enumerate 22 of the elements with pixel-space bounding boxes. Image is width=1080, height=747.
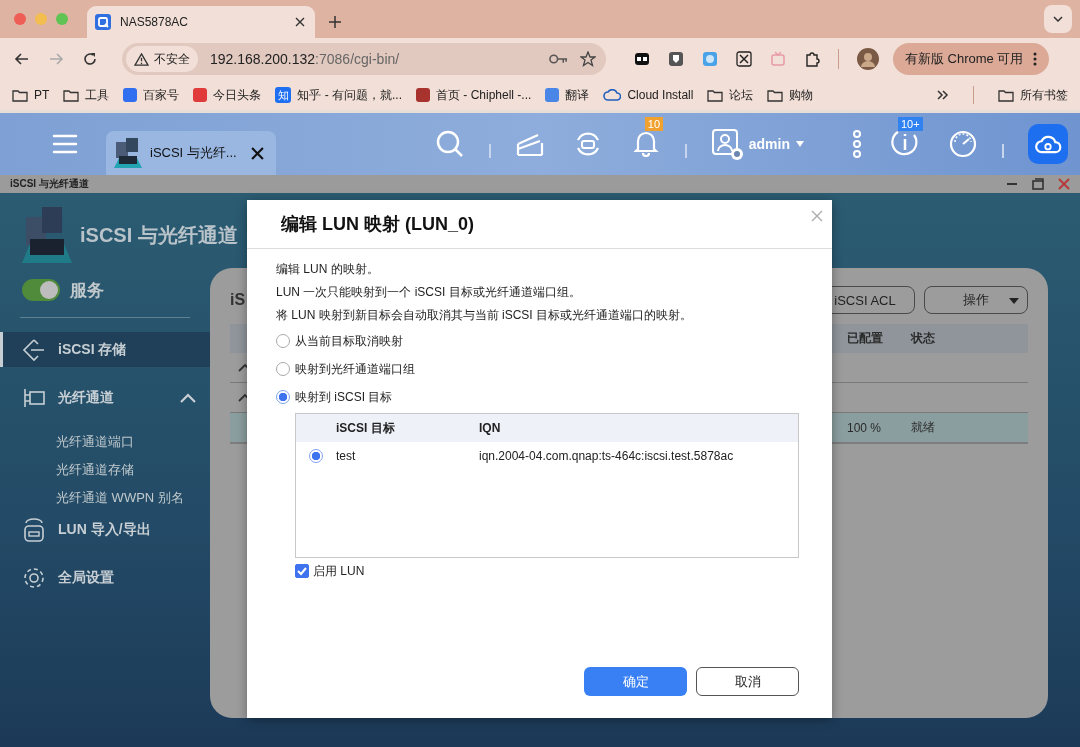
column-header: 状态 [909, 330, 936, 347]
table-cell-text: iqn.2004-04.com.qnap:ts-464c:iscsi.test.5878ac [479, 448, 735, 463]
site-logo: 知 [275, 87, 292, 103]
panel-title: iS [230, 291, 246, 309]
table-cell: 就绪 [911, 419, 935, 436]
checkbox-label: 启用 LUN [313, 562, 365, 580]
description-text: 编辑 LUN 的映射。 [276, 261, 380, 278]
column-header: iSCSI 目标 [336, 419, 396, 437]
app-title: iSCSI 与光纤通道 [80, 222, 238, 248]
service-label: 服务 [70, 279, 104, 302]
column-header: 已配置 [846, 330, 884, 347]
description-text: 将 LUN 映射到新目标会自动取消其与当前 iSCSI 目标或光纤通道端口的映射。 [276, 307, 693, 324]
url-text: 192.168.200.132:7086/cgi-bin/ [210, 51, 400, 67]
notification-count: 10 [644, 117, 663, 131]
column-header: IQN [479, 421, 502, 435]
update-count: 10+ [898, 117, 923, 131]
table-cell-text: test [336, 448, 357, 463]
description-text: LUN 一次只能映射到一个 iSCSI 目标或光纤通道端口组。 [276, 284, 582, 301]
dialog-title: 编辑 LUN 映射 (LUN_0) [281, 213, 474, 236]
tab-title: NAS5878AC [120, 15, 190, 29]
window-title: iSCSI 与光纤通道 [10, 177, 89, 191]
table-cell: 100 % [847, 420, 882, 435]
